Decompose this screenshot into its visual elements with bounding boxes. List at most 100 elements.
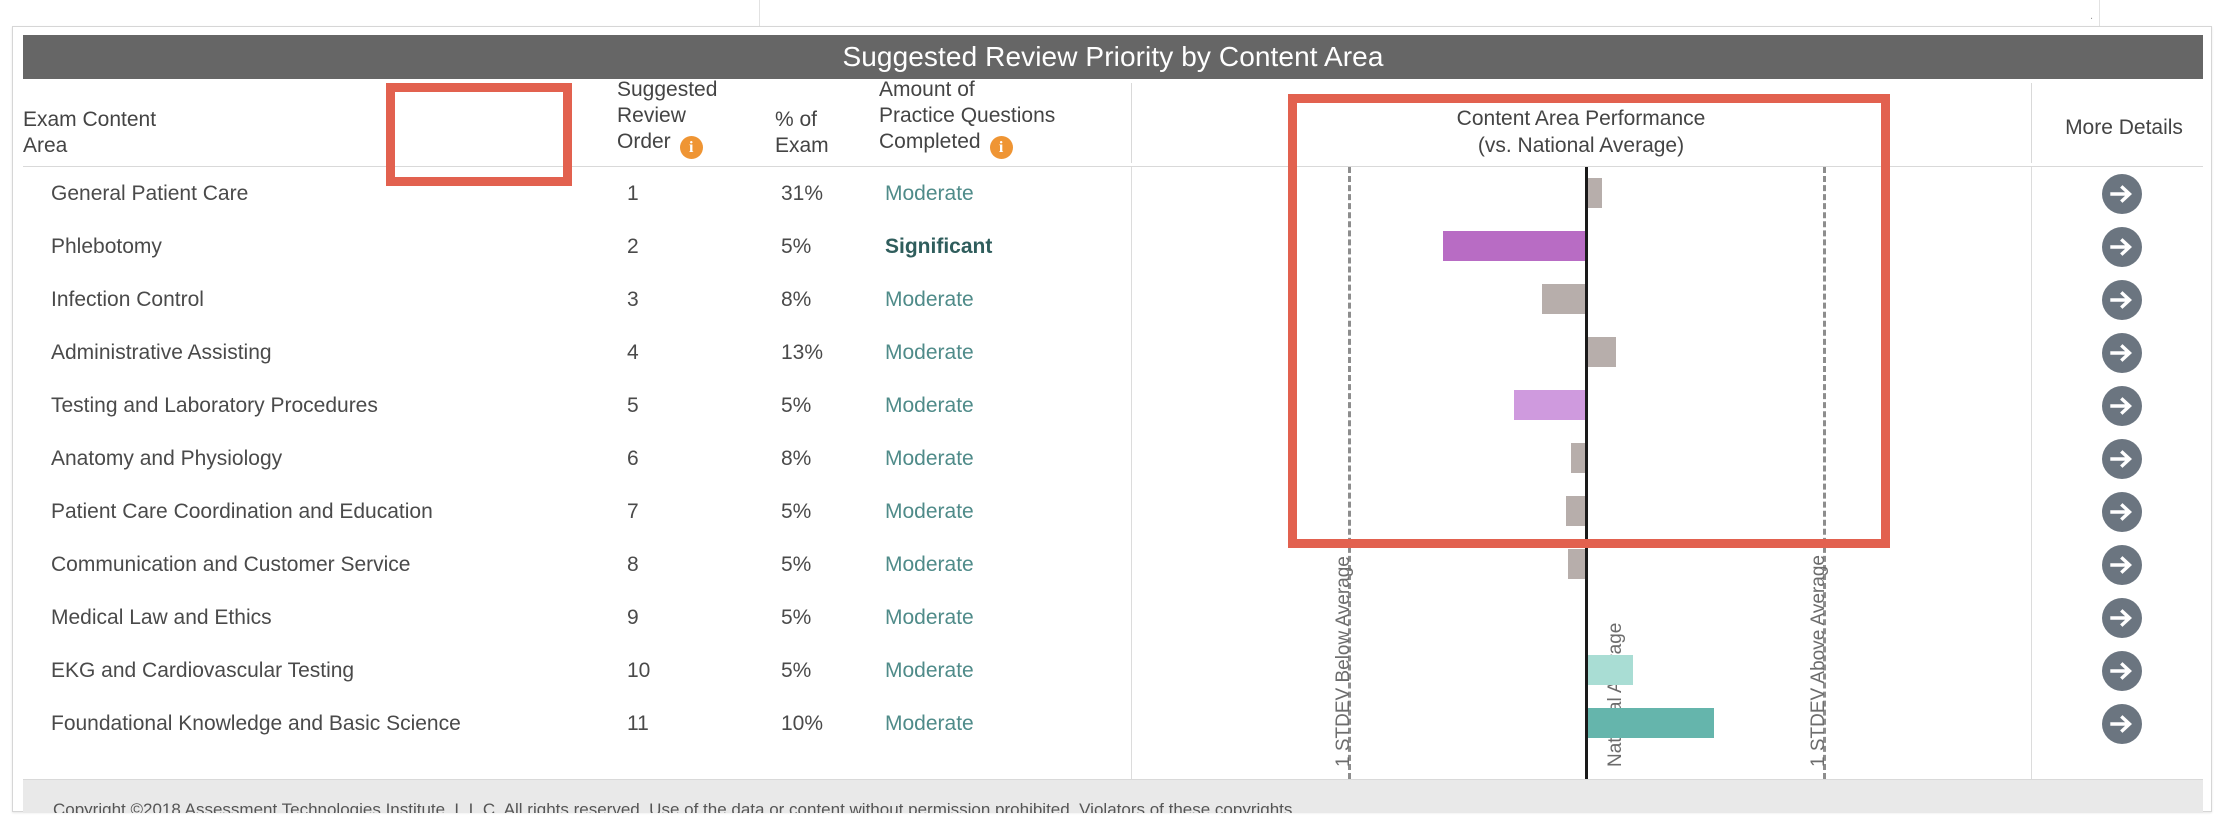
header-divider-1 [1131, 83, 1132, 163]
cell-pct-of-exam: 5% [781, 659, 812, 682]
header-performance-line1: Content Area Performance [1456, 107, 1706, 130]
more-details-arrow-icon[interactable] [2101, 491, 2143, 533]
performance-bar[interactable] [1513, 390, 1585, 420]
header-pct-line1: % of [775, 108, 818, 131]
cell-practice-amount: Moderate [885, 500, 974, 523]
cell-pct-of-exam: 8% [781, 288, 812, 311]
more-details-arrow-icon[interactable] [2101, 226, 2143, 268]
header-review-order-line1: Suggested [617, 78, 718, 101]
cell-content-area: Phlebotomy [51, 235, 162, 258]
performance-bar[interactable] [1566, 496, 1585, 526]
more-details-arrow-icon[interactable] [2101, 332, 2143, 374]
cell-review-order: 3 [627, 288, 639, 311]
table-header-row: Exam Content Area Suggested Review Order… [23, 78, 2203, 167]
header-performance-line2: (vs. National Average) [1477, 134, 1685, 157]
more-details-arrow-icon[interactable] [2101, 173, 2143, 215]
cell-content-area: Infection Control [51, 288, 204, 311]
more-details-arrow-icon[interactable] [2101, 544, 2143, 586]
performance-bar[interactable] [1570, 443, 1585, 473]
more-details-arrow-icon[interactable] [2101, 597, 2143, 639]
performance-bar[interactable] [1588, 655, 1634, 685]
cell-review-order: 4 [627, 341, 639, 364]
performance-chart: 1 STDEV Below Average National Average 1… [1133, 167, 2033, 779]
cell-pct-of-exam: 5% [781, 394, 812, 417]
cell-review-order: 6 [627, 447, 639, 470]
header-pct-of-exam: % of Exam [775, 79, 875, 167]
cell-practice-amount: Significant [885, 235, 993, 258]
cell-practice-amount: Moderate [885, 288, 974, 311]
performance-bar[interactable] [1542, 284, 1585, 314]
header-exam-content-area-line1: Exam Content [23, 108, 157, 131]
cell-practice-amount: Moderate [885, 447, 974, 470]
cell-practice-amount: Moderate [885, 553, 974, 576]
cell-content-area: Testing and Laboratory Procedures [51, 394, 378, 417]
cell-practice-amount: Moderate [885, 341, 974, 364]
cell-review-order: 9 [627, 606, 639, 629]
cell-practice-amount: Moderate [885, 182, 974, 205]
cell-pct-of-exam: 5% [781, 606, 812, 629]
header-pct-line2: Exam [775, 134, 829, 157]
info-icon-practice-completed[interactable]: i [989, 136, 1013, 159]
cell-pct-of-exam: 8% [781, 447, 812, 470]
copyright-text: Copyright ©2018 Assessment Technologies … [53, 800, 1307, 813]
header-practice-line1: Amount of [879, 78, 975, 101]
cell-review-order: 11 [627, 712, 649, 735]
cell-review-order: 2 [627, 235, 639, 258]
copyright-footer: Copyright ©2018 Assessment Technologies … [23, 779, 2203, 813]
header-practice-line2: Practice Questions [879, 104, 1056, 127]
more-details-column [2033, 167, 2213, 779]
header-exam-content-area: Exam Content Area [23, 79, 613, 167]
stdev-below-label: 1 STDEV Below Average [1333, 556, 1354, 767]
cell-practice-amount: Moderate [885, 394, 974, 417]
more-details-arrow-icon[interactable] [2101, 703, 2143, 745]
cell-content-area: EKG and Cardiovascular Testing [51, 659, 355, 682]
panel-title: Suggested Review Priority by Content Are… [23, 35, 2203, 79]
performance-bar[interactable] [1568, 549, 1585, 579]
performance-bar[interactable] [1588, 708, 1714, 738]
info-icon-review-order[interactable]: i [679, 136, 703, 159]
page-top-chrome: . [0, 0, 2240, 26]
cell-pct-of-exam: 5% [781, 553, 812, 576]
cell-review-order: 10 [627, 659, 651, 682]
performance-bar[interactable] [1588, 337, 1617, 367]
cell-pct-of-exam: 13% [781, 341, 824, 364]
national-average-label: National Average [1605, 622, 1626, 767]
more-details-arrow-icon[interactable] [2101, 279, 2143, 321]
header-exam-content-area-line2: Area [23, 134, 68, 157]
header-content-area-performance: Content Area Performance (vs. National A… [1133, 79, 2029, 167]
performance-bar[interactable] [1442, 231, 1585, 261]
header-suggested-review-order: Suggested Review Order i [617, 78, 767, 167]
more-details-arrow-icon[interactable] [2101, 650, 2143, 692]
cell-review-order: 8 [627, 553, 639, 576]
cell-practice-amount: Moderate [885, 606, 974, 629]
table-body: General Patient Care 1 31% Moderate Phleboto… [23, 167, 2203, 779]
chrome-seg-2 [760, 0, 2100, 26]
cell-practice-amount: Moderate [885, 659, 974, 682]
header-divider-2 [2031, 83, 2032, 163]
report-card: Suggested Review Priority by Content Are… [12, 26, 2212, 813]
national-average-line [1585, 167, 1588, 779]
cell-content-area: Administrative Assisting [51, 341, 272, 364]
cell-practice-amount: Moderate [885, 712, 974, 735]
cell-content-area: General Patient Care [51, 182, 249, 205]
header-more-details-label: More Details [2065, 116, 2183, 139]
chrome-tick: . [2090, 10, 2094, 22]
cell-content-area: Foundational Knowledge and Basic Science [51, 712, 461, 735]
cell-pct-of-exam: 5% [781, 500, 812, 523]
more-details-arrow-icon[interactable] [2101, 438, 2143, 480]
cell-review-order: 7 [627, 500, 639, 523]
header-practice-questions-completed: Amount of Practice Questions Completed i [879, 78, 1129, 167]
more-details-arrow-icon[interactable] [2101, 385, 2143, 427]
cell-content-area: Communication and Customer Service [51, 553, 411, 576]
header-more-details: More Details [2035, 79, 2213, 167]
cell-review-order: 1 [627, 182, 639, 205]
screenshot-root: . Suggested Review Priority by Content A… [0, 0, 2240, 838]
cell-pct-of-exam: 5% [781, 235, 812, 258]
cell-review-order: 5 [627, 394, 639, 417]
performance-bar[interactable] [1588, 178, 1603, 208]
cell-content-area: Anatomy and Physiology [51, 447, 283, 470]
cell-content-area: Patient Care Coordination and Education [51, 500, 433, 523]
stdev-above-label: 1 STDEV Above Average [1808, 555, 1829, 767]
chrome-seg-1 [0, 0, 760, 26]
cell-pct-of-exam: 31% [781, 182, 824, 205]
